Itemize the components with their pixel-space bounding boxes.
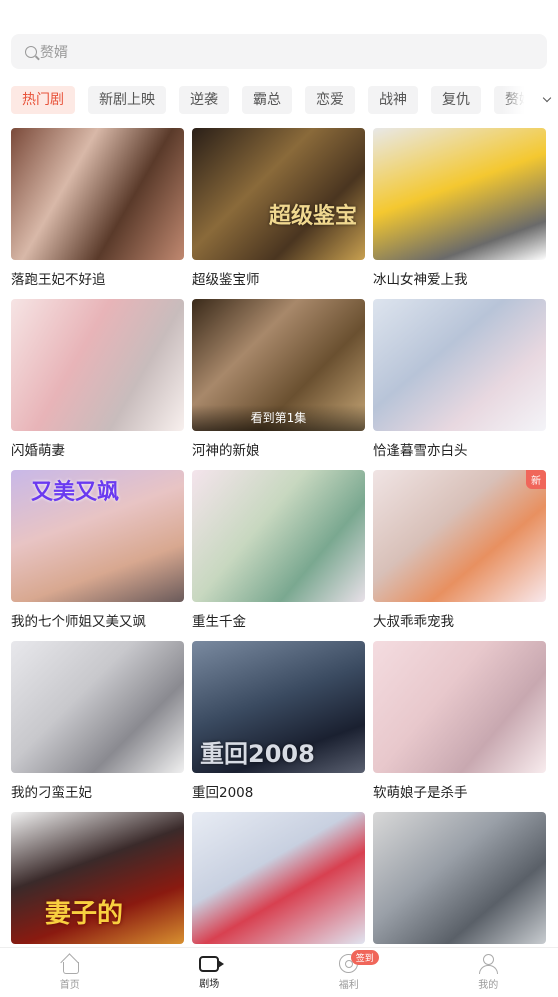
nav-theater[interactable]: 剧场: [140, 948, 280, 997]
nav-label: 首页: [59, 979, 80, 991]
drama-title: 我的七个师姐又美又飒: [11, 614, 146, 630]
search-icon: [25, 45, 37, 58]
poster-title-art: 妻子的: [45, 899, 124, 929]
drama-card[interactable]: 重回2008 重回2008: [192, 641, 365, 812]
more-categories-button[interactable]: [502, 86, 558, 114]
nav-label: 福利: [338, 980, 359, 991]
tab-ceo[interactable]: 霸总: [242, 86, 292, 114]
drama-card[interactable]: 冰山女神爱上我: [373, 128, 546, 299]
drama-card[interactable]: 又美又飒 我的七个师姐又美又飒: [11, 470, 184, 641]
poster-title-art: 又美又飒: [31, 480, 120, 505]
signin-badge: 签到: [350, 950, 379, 965]
search-bar[interactable]: 赘婿: [11, 34, 547, 69]
new-badge: 新: [526, 470, 546, 489]
drama-poster: 新: [373, 470, 546, 602]
drama-card[interactable]: 软萌娘子是杀手: [373, 641, 546, 812]
user-icon: [478, 954, 499, 974]
drama-poster: [373, 812, 546, 944]
nav-welfare[interactable]: 签到 福利: [279, 948, 419, 997]
drama-card[interactable]: 恰逢暮雪亦白头: [373, 299, 546, 470]
drama-title: 超级鉴宝师: [192, 272, 260, 288]
nav-label: 我的: [478, 980, 499, 991]
bottom-navigation: 首页 剧场 签到 福利 我的: [0, 947, 558, 997]
drama-poster: [373, 128, 546, 260]
drama-title: 重回2008: [192, 785, 254, 801]
tab-war-god[interactable]: 战神: [368, 86, 418, 114]
drama-title: 落跑王妃不好追: [11, 272, 106, 288]
drama-title: 河神的新娘: [192, 443, 260, 459]
watch-progress: 看到第1集: [192, 405, 365, 431]
drama-card[interactable]: 落跑王妃不好追: [11, 128, 184, 299]
drama-title: 我的刁蛮王妃: [11, 785, 92, 801]
drama-title: 闪婚萌妻: [11, 443, 65, 459]
drama-poster: 超级鉴宝: [192, 128, 365, 260]
tab-new[interactable]: 新剧上映: [88, 86, 166, 114]
video-play-icon: [199, 955, 225, 972]
drama-card[interactable]: 重生千金: [192, 470, 365, 641]
category-tabs: 热门剧 新剧上映 逆袭 霸总 恋爱 战神 复仇 赘婿: [11, 86, 558, 114]
drama-poster: 看到第1集: [192, 299, 365, 431]
drama-poster: [11, 299, 184, 431]
drama-poster: 又美又飒: [11, 470, 184, 602]
drama-poster: [11, 128, 184, 260]
nav-label: 剧场: [199, 978, 220, 990]
drama-poster: [192, 470, 365, 602]
drama-card[interactable]: 我的刁蛮王妃: [11, 641, 184, 812]
drama-card[interactable]: 新 大叔乖乖宠我: [373, 470, 546, 641]
tab-comeback[interactable]: 逆袭: [179, 86, 229, 114]
drama-grid: 落跑王妃不好追 超级鉴宝 超级鉴宝师 冰山女神爱上我 闪婚萌妻 看到第1集 河神…: [11, 128, 547, 983]
drama-title: 软萌娘子是杀手: [373, 785, 468, 801]
poster-title-art: 超级鉴宝: [268, 204, 357, 229]
drama-poster: [192, 812, 365, 944]
drama-title: 冰山女神爱上我: [373, 272, 468, 288]
tab-revenge[interactable]: 复仇: [431, 86, 481, 114]
nav-mine[interactable]: 我的: [419, 948, 558, 997]
home-icon: [60, 955, 80, 974]
drama-title: 重生千金: [192, 614, 246, 630]
drama-poster: 重回2008: [192, 641, 365, 773]
drama-card[interactable]: 闪婚萌妻: [11, 299, 184, 470]
drama-poster: [373, 641, 546, 773]
drama-card[interactable]: 超级鉴宝 超级鉴宝师: [192, 128, 365, 299]
drama-title: 恰逢暮雪亦白头: [373, 443, 468, 459]
poster-title-art: 重回2008: [200, 740, 315, 768]
drama-theater-page: 赘婿 热门剧 新剧上映 逆袭 霸总 恋爱 战神 复仇 赘婿 落跑王妃不好追 超级…: [0, 0, 558, 997]
drama-title: 大叔乖乖宠我: [373, 614, 454, 630]
tab-hot[interactable]: 热门剧: [11, 86, 75, 114]
nav-home[interactable]: 首页: [0, 948, 140, 997]
chevron-down-icon: [542, 93, 552, 103]
search-placeholder: 赘婿: [40, 44, 68, 61]
tab-romance[interactable]: 恋爱: [305, 86, 355, 114]
drama-poster: [373, 299, 546, 431]
drama-poster: 妻子的: [11, 812, 184, 944]
drama-card[interactable]: 看到第1集 河神的新娘: [192, 299, 365, 470]
drama-poster: [11, 641, 184, 773]
